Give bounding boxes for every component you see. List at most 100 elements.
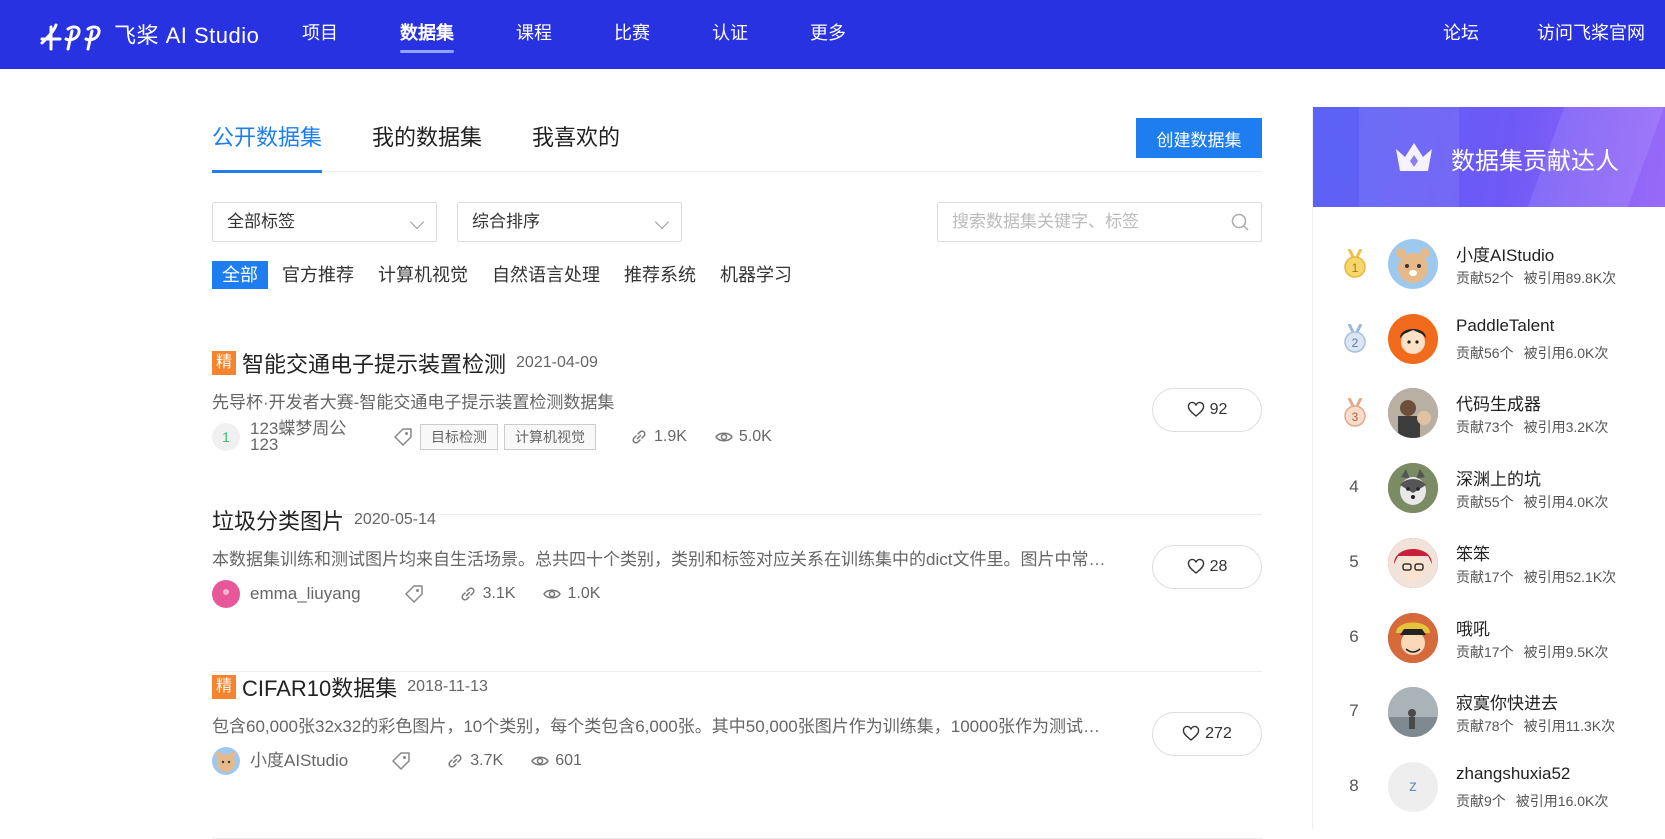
rank-name[interactable]: 小度AIStudio [1456, 241, 1554, 266]
link-icon [461, 587, 475, 601]
dataset-date: 2018-11-13 [407, 678, 488, 695]
anime-avatar-icon [1388, 612, 1438, 663]
rank-name[interactable]: 笨笨 [1456, 540, 1490, 565]
link-icon [448, 754, 462, 768]
rank-number: 6 [1349, 626, 1359, 646]
tab-favorites[interactable]: 我喜欢的 [532, 117, 620, 172]
rank-stats: 贡献9个 被引用16.0K次 [1456, 791, 1608, 811]
avatar[interactable] [1388, 537, 1438, 588]
avatar[interactable] [1388, 687, 1438, 738]
rank-item[interactable]: 6 哦吼 贡献17个 被引用9.5K次 [1313, 605, 1665, 680]
dataset-tag[interactable]: 目标检测 [420, 424, 498, 450]
dataset-title[interactable]: CIFAR10数据集 [242, 671, 397, 703]
view-count: 5.0K [715, 428, 772, 446]
contrib-count: 贡献17个 [1456, 568, 1514, 585]
avatar[interactable] [1388, 313, 1438, 364]
rank-name[interactable]: 寂寞你快进去 [1456, 689, 1558, 714]
rank-name[interactable]: 哦吼 [1456, 615, 1490, 640]
top-navbar: 飞桨 AI Studio 项目 数据集 课程 比赛 认证 更多 论坛 访问飞桨官… [0, 0, 1665, 69]
bronze-medal-icon: 3 [1344, 398, 1366, 428]
eye-icon [715, 432, 733, 442]
eye-icon [531, 756, 550, 766]
category-all[interactable]: 全部 [212, 261, 268, 289]
cited-count: 被引用6.0K次 [1523, 344, 1609, 361]
author-name[interactable]: 123蝶梦周公123 [250, 420, 350, 453]
tag-select[interactable]: 全部标签 [212, 202, 437, 242]
logo[interactable]: 飞桨 AI Studio [38, 14, 259, 54]
rank-name[interactable]: 深渊上的坑 [1456, 465, 1541, 490]
author-avatar[interactable] [212, 580, 240, 608]
medal-rank-number: 1 [1352, 261, 1359, 275]
dataset-title-row: 精 CIFAR10数据集 2018-11-13 [212, 672, 488, 702]
dataset-description: 先导杯·开发者大赛-智能交通电子提示装置检测数据集 [212, 393, 615, 412]
nav-item-certification[interactable]: 认证 [712, 0, 748, 69]
rank-item[interactable]: 4 深渊上的坑 贡献55个 被引用4.0K次 [1313, 455, 1665, 530]
rank-item[interactable]: 2 PaddleTalent 贡献56个 被引用6.0K次 [1313, 306, 1665, 381]
category-ml[interactable]: 机器学习 [710, 261, 802, 289]
nav-item-forum[interactable]: 论坛 [1443, 0, 1479, 69]
create-dataset-button[interactable]: 创建数据集 [1136, 118, 1262, 158]
rank-name[interactable]: zhangshuxia52 [1456, 764, 1570, 784]
dataset-date: 2020-05-14 [354, 511, 436, 528]
sidebar-banner: 数据集贡献达人 [1313, 107, 1665, 207]
dataset-title[interactable]: 垃圾分类图片 [212, 504, 344, 536]
rank-name[interactable]: 代码生成器 [1456, 390, 1541, 415]
nav-item-competitions[interactable]: 比赛 [614, 0, 650, 69]
featured-badge: 精 [212, 675, 236, 699]
contrib-count: 贡献9个 [1456, 792, 1506, 809]
tag-icon [392, 752, 411, 770]
author-avatar[interactable] [212, 747, 240, 775]
rank-stats: 贡献17个 被引用52.1K次 [1456, 567, 1616, 587]
like-count: 272 [1205, 725, 1232, 742]
category-nlp[interactable]: 自然语言处理 [482, 261, 610, 289]
rank-number: 4 [1349, 477, 1359, 497]
category-filter: 全部 官方推荐 计算机视觉 自然语言处理 推荐系统 机器学习 [212, 261, 806, 289]
avatar[interactable] [1388, 463, 1438, 514]
like-button[interactable]: 272 [1152, 712, 1262, 756]
cited-count: 被引用4.0K次 [1523, 494, 1609, 511]
link-count-value: 3.7K [470, 752, 504, 769]
dataset-title-row: 精 智能交通电子提示装置检测 2021-04-09 [212, 348, 598, 378]
rank-stats: 贡献56个 被引用6.0K次 [1456, 343, 1608, 363]
nav-item-datasets[interactable]: 数据集 [400, 0, 454, 69]
rank-item[interactable]: 8 z zhangshuxia52 贡献9个 被引用16.0K次 [1313, 754, 1665, 829]
tab-my-datasets[interactable]: 我的数据集 [372, 117, 482, 172]
rank-stats: 贡献78个 被引用11.3K次 [1456, 716, 1615, 736]
medal-rank-number: 3 [1352, 410, 1359, 424]
rank-item[interactable]: 7 寂寞你快进去 贡献78个 被引用11.3K次 [1313, 679, 1665, 754]
author-name[interactable]: emma_liuyang [250, 585, 361, 602]
nav-item-projects[interactable]: 项目 [302, 0, 338, 69]
search-input[interactable] [938, 203, 1218, 241]
contrib-count: 贡献52个 [1456, 270, 1514, 286]
nav-item-visit-official[interactable]: 访问飞桨官网 [1537, 0, 1645, 69]
rank-item[interactable]: 1 小度AIStudio 贡献52个 被引用89.8K次 [1313, 231, 1665, 306]
category-official[interactable]: 官方推荐 [272, 261, 364, 289]
avatar[interactable] [1388, 388, 1438, 439]
sort-select[interactable]: 综合排序 [457, 202, 682, 242]
dataset-item: 精 CIFAR10数据集 2018-11-13 包含60,000张32x32的彩… [212, 672, 1262, 839]
category-cv[interactable]: 计算机视觉 [368, 261, 478, 289]
author-avatar[interactable]: 1 [212, 423, 240, 451]
nav-item-more[interactable]: 更多 [810, 0, 846, 69]
dataset-tag[interactable]: 计算机视觉 [504, 424, 596, 450]
nav-item-courses[interactable]: 课程 [516, 0, 552, 69]
rank-name[interactable]: PaddleTalent [1456, 316, 1554, 336]
category-recommendation[interactable]: 推荐系统 [614, 261, 706, 289]
rank-item[interactable]: 3 代码生成器 贡献73个 被引用3.2K次 [1313, 380, 1665, 455]
heart-icon [1187, 401, 1204, 417]
search-icon[interactable] [1231, 213, 1249, 231]
avatar[interactable] [1388, 239, 1438, 289]
like-button[interactable]: 92 [1152, 388, 1262, 432]
avatar[interactable]: z [1388, 761, 1438, 812]
cited-count: 被引用16.0K次 [1515, 792, 1609, 809]
like-button[interactable]: 28 [1152, 545, 1262, 589]
dataset-title[interactable]: 智能交通电子提示装置检测 [242, 347, 506, 379]
logo-text: 飞桨 AI Studio [114, 23, 260, 48]
rank-item[interactable]: 5 笨笨 贡献17个 被引用52.1K次 [1313, 530, 1665, 605]
contrib-count: 贡献55个 [1456, 494, 1514, 511]
avatar[interactable] [1388, 612, 1438, 663]
view-count-value: 601 [555, 752, 582, 769]
eye-icon [543, 589, 562, 599]
tab-public-datasets[interactable]: 公开数据集 [212, 117, 323, 173]
author-name[interactable]: 小度AIStudio [250, 752, 348, 769]
